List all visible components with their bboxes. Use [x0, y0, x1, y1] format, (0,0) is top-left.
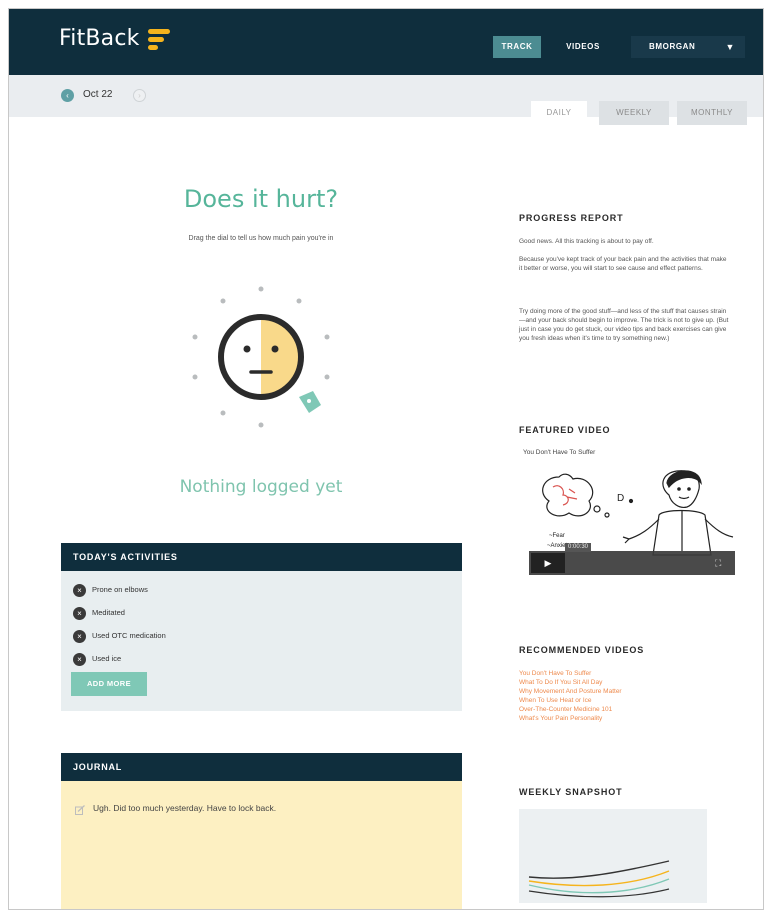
recommended-list: You Don't Have To Suffer What To Do If Y… — [519, 669, 622, 723]
weekly-snapshot-heading: WEEKLY SNAPSHOT — [519, 787, 623, 797]
featured-video-heading: FEATURED VIDEO — [519, 425, 611, 435]
activity-label: Meditated — [92, 608, 125, 617]
video-timestamp: 0:00:30 — [565, 543, 592, 552]
logo-mark-icon — [146, 27, 172, 53]
previous-day-icon[interactable]: ‹ — [61, 89, 74, 102]
add-more-button[interactable]: ADD MORE — [71, 672, 147, 696]
activity-item: × Used OTC medication — [73, 629, 166, 643]
progress-paragraph: Try doing more of the good stuff—and les… — [519, 308, 729, 342]
dial-handle-icon[interactable] — [299, 391, 321, 413]
dial-instructions: Drag the dial to tell us how much pain y… — [188, 235, 334, 242]
tab-daily[interactable]: DAILY — [531, 101, 587, 125]
caret-down-icon: ▼ — [725, 42, 735, 52]
recommended-video-link[interactable]: You Don't Have To Suffer — [519, 669, 622, 678]
activities-heading: TODAY'S ACTIVITIES — [61, 543, 462, 571]
recommended-video-link[interactable]: Over-The-Counter Medicine 101 — [519, 705, 622, 714]
current-date: Oct 22 — [83, 89, 113, 100]
svg-text:D: D — [617, 493, 624, 504]
top-nav: FitBack TRACK VIDEOS BMORGAN ▼ — [9, 9, 763, 75]
user-name: BMORGAN — [649, 42, 696, 51]
tab-weekly[interactable]: WEEKLY — [599, 101, 669, 125]
edit-icon[interactable] — [75, 805, 85, 815]
nav-track-button[interactable]: TRACK — [493, 36, 541, 58]
svg-text:~Fear: ~Fear — [549, 533, 565, 539]
weekly-snapshot-graph[interactable] — [519, 809, 707, 903]
next-day-icon[interactable]: › — [133, 89, 146, 102]
activity-item: × Prone on elbows — [73, 583, 148, 597]
user-menu-button[interactable]: BMORGAN ▼ — [631, 36, 745, 58]
remove-activity-icon[interactable]: × — [73, 652, 86, 666]
activity-label: Used OTC medication — [92, 631, 166, 640]
fullscreen-icon[interactable]: ⛶ — [715, 558, 721, 569]
activity-label: Used ice — [92, 654, 122, 663]
recommended-video-link[interactable]: Why Movement And Posture Matter — [519, 687, 622, 696]
progress-paragraph: Good news. All this tracking is about to… — [519, 238, 654, 245]
activity-label: Prone on elbows — [92, 585, 148, 594]
date-tabs-bar: ‹ Oct 22 › DAILY WEEKLY MONTHLY — [9, 75, 763, 125]
remove-activity-icon[interactable]: × — [73, 629, 86, 643]
remove-activity-icon[interactable]: × — [73, 583, 86, 597]
remove-activity-icon[interactable]: × — [73, 606, 86, 620]
journal-entry[interactable]: Ugh. Did too much yesterday. Have to loc… — [93, 803, 276, 813]
nav-videos-button[interactable]: VIDEOS — [557, 36, 609, 58]
activities-panel: × Prone on elbows × Meditated × Used OTC me… — [61, 571, 462, 711]
neutral-face-icon — [218, 314, 304, 400]
activity-item: × Used ice — [73, 652, 121, 666]
empty-state-text: Nothing logged yet — [179, 477, 343, 497]
pain-dial[interactable] — [181, 277, 341, 437]
recommended-heading: RECOMMENDED VIDEOS — [519, 645, 645, 655]
recommended-video-link[interactable]: What To Do If You Sit All Day — [519, 678, 622, 687]
progress-paragraph: Because you've kept track of your back p… — [519, 256, 727, 272]
journal-panel[interactable]: Ugh. Did too much yesterday. Have to loc… — [61, 781, 462, 909]
page-title: Does it hurt? — [183, 185, 339, 213]
featured-video-title: You Don't Have To Suffer — [523, 449, 596, 456]
activity-item: × Meditated — [73, 606, 125, 620]
play-icon[interactable]: ▶ — [531, 553, 565, 573]
progress-heading: PROGRESS REPORT — [519, 213, 624, 223]
tab-monthly[interactable]: MONTHLY — [677, 101, 747, 125]
recommended-video-link[interactable]: When To Use Heat or Ice — [519, 696, 622, 705]
recommended-video-link[interactable]: What's Your Pain Personality — [519, 714, 622, 723]
app-frame: FitBack TRACK VIDEOS BMORGAN ▼ ‹ Oct 22 … — [8, 8, 764, 910]
app-logo[interactable]: FitBack — [59, 26, 140, 51]
journal-heading: JOURNAL — [61, 753, 462, 781]
